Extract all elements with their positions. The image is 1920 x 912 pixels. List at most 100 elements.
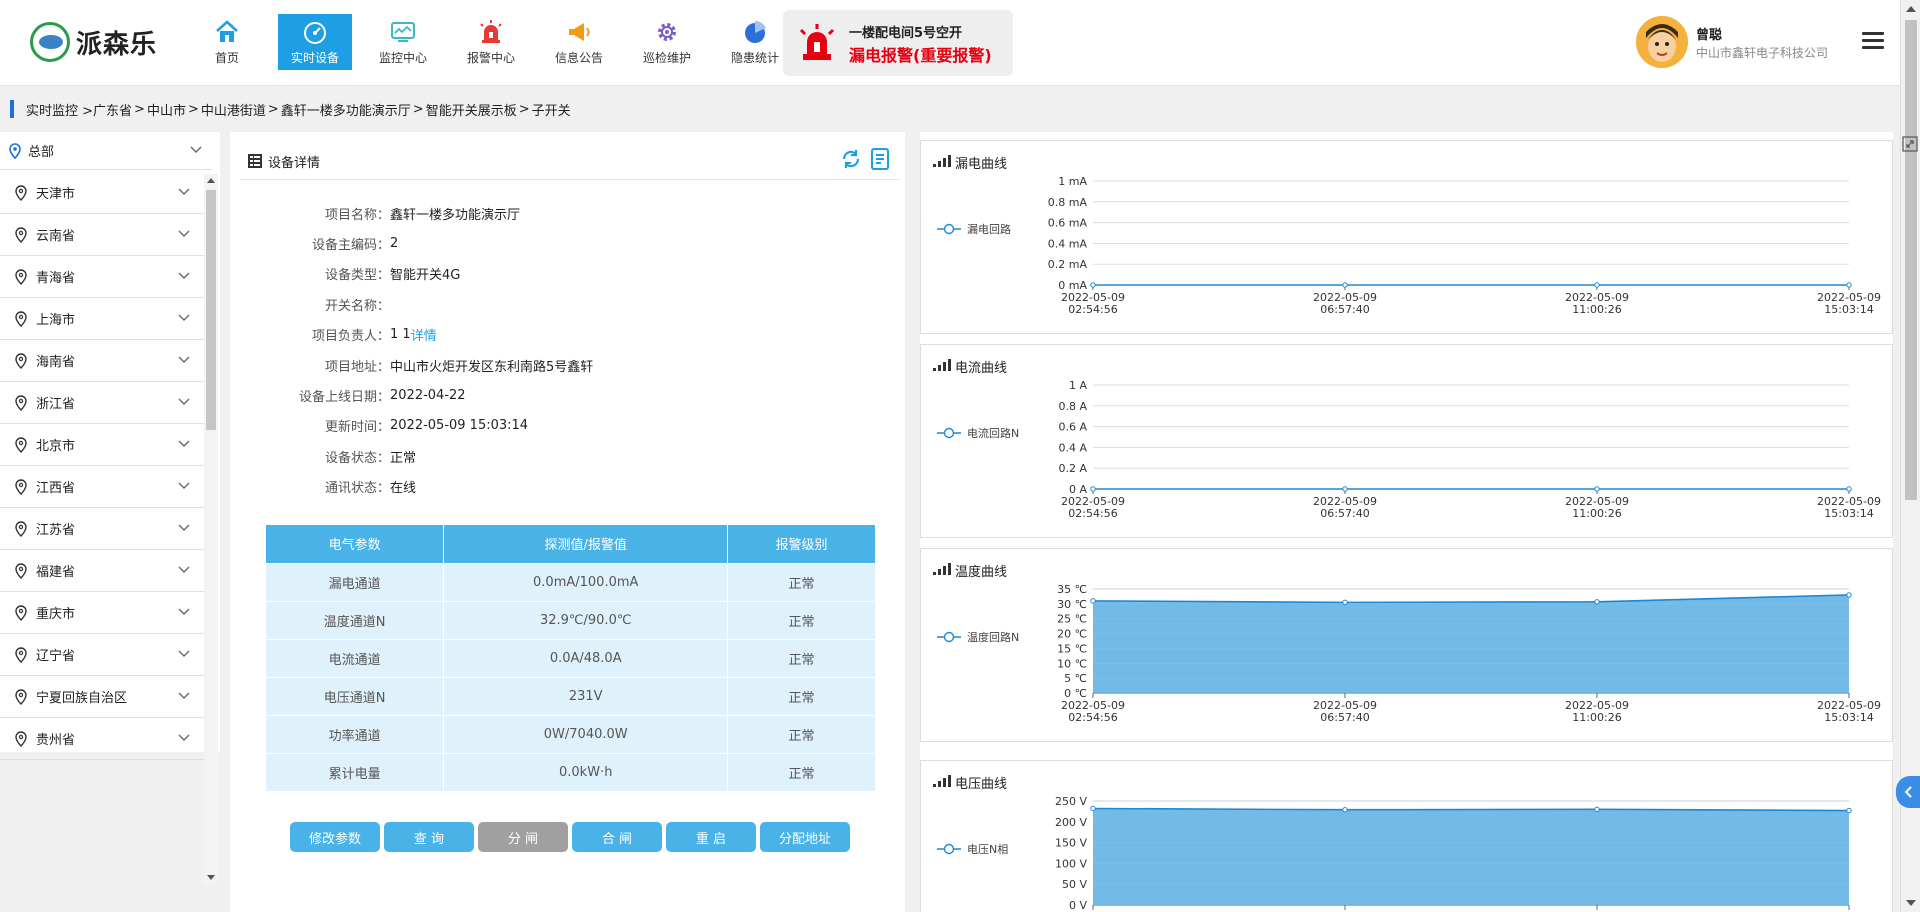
sidebar-item[interactable]: 云南省 xyxy=(0,214,204,256)
document-icon[interactable] xyxy=(870,148,890,170)
field-label: 设备状态： xyxy=(324,450,390,466)
sidebar-item[interactable]: 上海市 xyxy=(0,298,204,340)
page-scroll-thumb[interactable] xyxy=(1905,20,1917,500)
chart-card: 电压曲线0 V50 V100 V150 V200 V250 V2022-05-0… xyxy=(920,760,1893,912)
chevron-down-icon[interactable] xyxy=(190,146,202,154)
y-tick-label: 0.2 A xyxy=(1058,462,1087,475)
nav-item-label: 首页 xyxy=(214,50,239,65)
side-collapse-tab[interactable] xyxy=(1896,776,1920,808)
breadcrumb-item[interactable]: 实时监控 >广东省 xyxy=(26,100,132,119)
sidebar-item[interactable]: 江西省 xyxy=(0,466,204,508)
table-cell: 电流通道 xyxy=(266,638,445,677)
query-button[interactable]: 查 询 xyxy=(384,822,474,852)
sidebar-head-hq[interactable]: 总部 xyxy=(0,132,212,170)
nav-item-5[interactable]: 巡检维护 xyxy=(630,14,704,70)
nav-item-4[interactable]: 信息公告 xyxy=(542,14,616,70)
breadcrumb-item[interactable]: 智能开关展示板 xyxy=(426,100,517,119)
chevron-down-icon[interactable] xyxy=(178,188,190,196)
close-switch-button[interactable]: 合 闸 xyxy=(572,822,662,852)
chevron-down-icon[interactable] xyxy=(178,692,190,700)
detail-list-icon xyxy=(248,154,262,168)
table-cell: 正常 xyxy=(727,600,876,639)
chevron-down-icon[interactable] xyxy=(178,524,190,532)
restart-button[interactable]: 重 启 xyxy=(666,822,756,852)
sidebar-scroll-down-icon[interactable] xyxy=(207,875,215,880)
field-label: 更新时间： xyxy=(324,420,390,436)
sidebar-scroll-up-icon[interactable] xyxy=(207,178,215,183)
sidebar-item[interactable]: 贵州省 xyxy=(0,718,204,760)
nav-item-6[interactable]: 隐患统计 xyxy=(718,14,792,70)
location-pin-icon xyxy=(15,184,27,201)
chart-card: 电流曲线 0 A 0.2 A 0.4 A 0.6 A 0.8 A1 A 2022-05-09… xyxy=(920,344,1893,538)
chevron-down-icon[interactable] xyxy=(178,230,190,238)
sidebar-item[interactable]: 辽宁省 xyxy=(0,634,204,676)
detail-field: 设备上线日期： 2022-04-22 xyxy=(230,380,900,410)
breadcrumb-item[interactable]: 中山市 xyxy=(147,100,186,119)
chevron-down-icon[interactable] xyxy=(178,272,190,280)
alarm-banner[interactable]: 一楼配电间5号空开 漏电报警(重要报警) xyxy=(783,10,1013,76)
sidebar-item[interactable]: 江苏省 xyxy=(0,508,204,550)
brand-logo[interactable]: 派森乐 xyxy=(30,22,157,62)
table-cell: 漏电通道 xyxy=(266,562,445,601)
detail-field: 设备类型： 智能开关4G xyxy=(230,259,900,289)
breadcrumb-marker xyxy=(10,100,14,118)
open-switch-button[interactable]: 分 闸 xyxy=(478,822,568,852)
breadcrumb-separator: > xyxy=(412,101,424,117)
sidebar-item[interactable]: 重庆市 xyxy=(0,592,204,634)
hamburger-menu-icon[interactable] xyxy=(1862,32,1884,50)
chevron-down-icon[interactable] xyxy=(178,734,190,742)
table-cell: 0.0A/48.0A xyxy=(443,638,729,677)
x-tick-label-time: 15:03:14 xyxy=(1824,303,1873,316)
gear-icon xyxy=(654,19,680,45)
chevron-down-icon[interactable] xyxy=(178,608,190,616)
detail-field: 通讯状态： 在线 xyxy=(230,472,900,502)
chevron-down-icon[interactable] xyxy=(178,566,190,574)
nav-item-1[interactable]: 实时设备 xyxy=(278,14,352,70)
sidebar-item-label: 上海市 xyxy=(36,313,76,328)
expand-icon[interactable] xyxy=(1902,136,1918,152)
modify-params-button[interactable]: 修改参数 xyxy=(290,822,380,852)
x-tick-label-time: 06:57:40 xyxy=(1320,507,1369,520)
sidebar-item[interactable]: 宁夏回族自治区 xyxy=(0,676,204,718)
table-cell: 温度通道N xyxy=(266,600,445,639)
legend-marker xyxy=(943,843,955,855)
field-label: 项目负责人： xyxy=(311,329,390,345)
detail-field: 项目负责人： 1 1 详情 xyxy=(230,320,900,350)
chevron-down-icon[interactable] xyxy=(178,398,190,406)
sidebar-scroll-thumb[interactable] xyxy=(206,190,216,430)
sidebar-item[interactable]: 北京市 xyxy=(0,424,204,466)
x-tick-label-time: 02:54:56 xyxy=(1068,507,1117,520)
breadcrumb-item[interactable]: 鑫轩一楼多功能演示厅 xyxy=(281,100,411,119)
chevron-down-icon[interactable] xyxy=(178,314,190,322)
chevron-down-icon[interactable] xyxy=(178,440,190,448)
sidebar-item[interactable]: 海南省 xyxy=(0,340,204,382)
refresh-icon[interactable] xyxy=(840,148,862,170)
logo-mark-icon xyxy=(30,22,70,62)
sidebar-scrollbar[interactable] xyxy=(204,174,218,884)
owner-detail-link[interactable]: 详情 xyxy=(411,325,437,344)
sidebar-item-label: 辽宁省 xyxy=(36,649,76,664)
table-cell: 0.0mA/100.0mA xyxy=(443,562,729,601)
sidebar-item[interactable]: 浙江省 xyxy=(0,382,204,424)
scroll-up-arrow-icon[interactable] xyxy=(1906,6,1916,12)
chevron-down-icon[interactable] xyxy=(178,482,190,490)
nav-item-0[interactable]: 首页 xyxy=(190,14,264,70)
breadcrumb-item[interactable]: 中山港街道 xyxy=(201,100,266,119)
scroll-down-arrow-icon[interactable] xyxy=(1906,900,1916,906)
monitor-icon xyxy=(390,19,416,45)
legend-label: 漏电回路 xyxy=(967,223,1011,236)
y-tick-label: 1 A xyxy=(1069,379,1087,392)
nav-item-2[interactable]: 监控中心 xyxy=(366,14,440,70)
assign-address-button[interactable]: 分配地址 xyxy=(760,822,850,852)
y-tick-label: 0.2 mA xyxy=(1048,258,1088,271)
field-value: 2022-05-09 15:03:14 xyxy=(390,418,529,434)
sidebar-item[interactable]: 青海省 xyxy=(0,256,204,298)
breadcrumb-item[interactable]: 子开关 xyxy=(532,100,571,119)
legend-marker xyxy=(943,631,955,643)
location-pin-icon xyxy=(15,352,27,369)
sidebar-item[interactable]: 福建省 xyxy=(0,550,204,592)
chevron-down-icon[interactable] xyxy=(178,650,190,658)
sidebar-item[interactable]: 天津市 xyxy=(0,172,204,214)
nav-item-3[interactable]: 报警中心 xyxy=(454,14,528,70)
chevron-down-icon[interactable] xyxy=(178,356,190,364)
